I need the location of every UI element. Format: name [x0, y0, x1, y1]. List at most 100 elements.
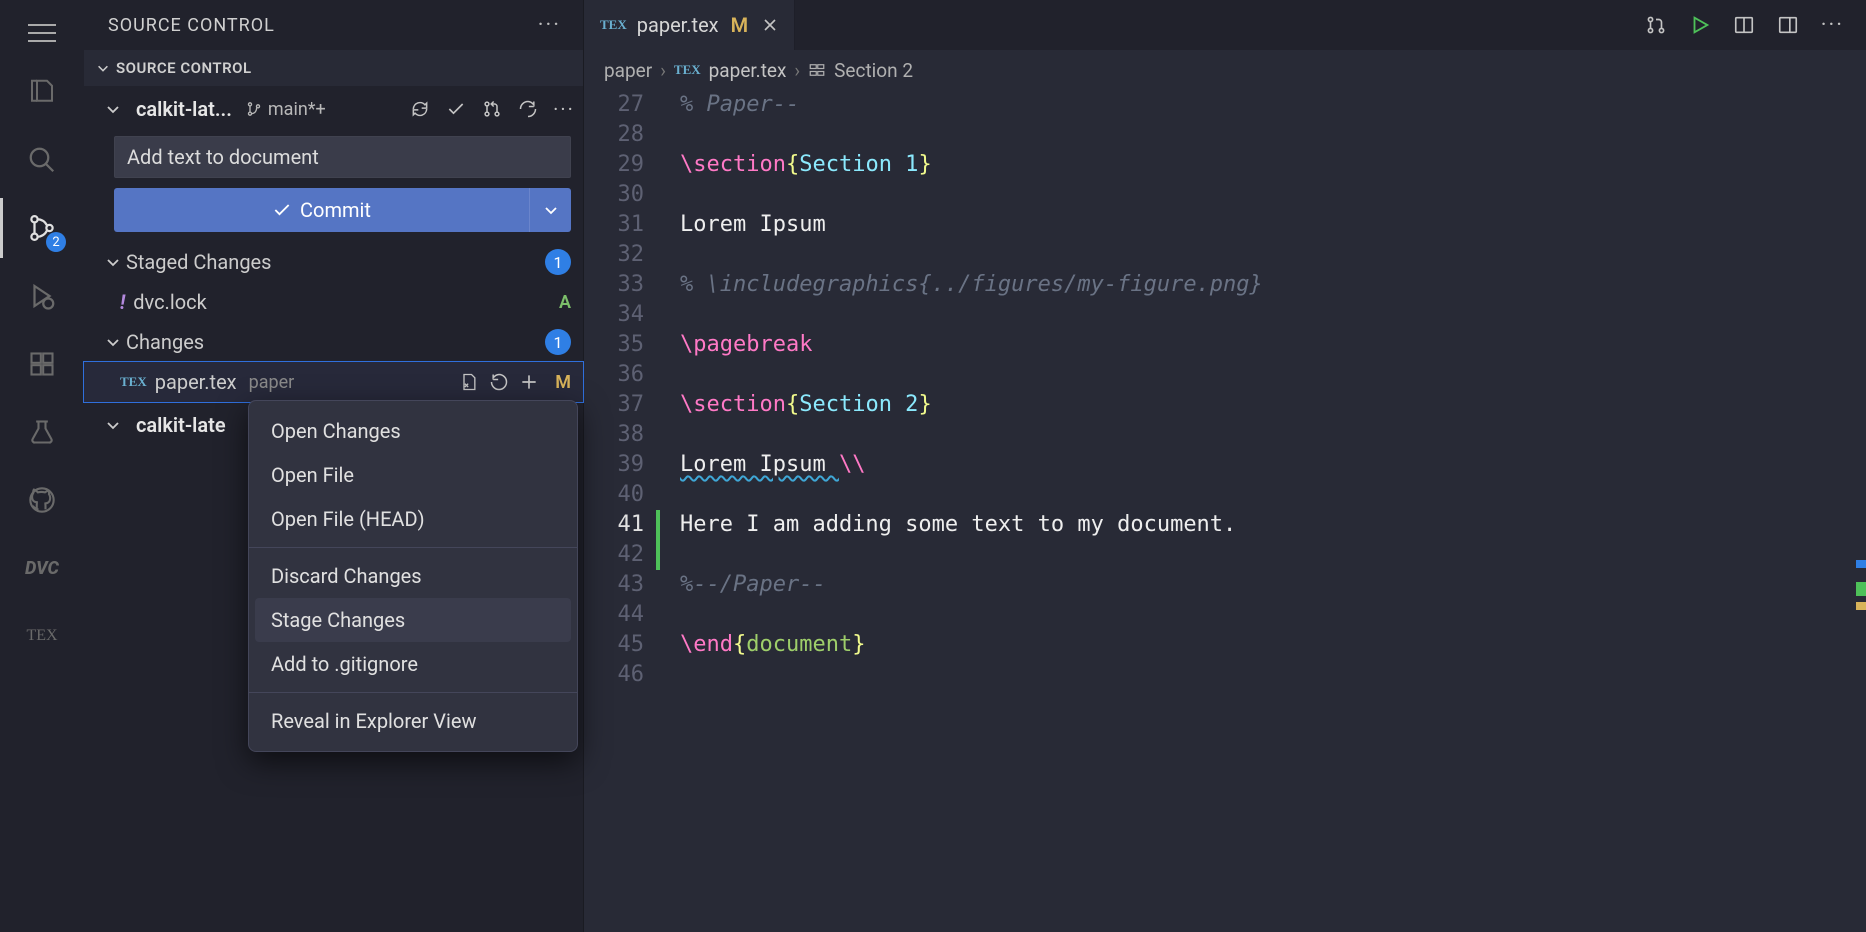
- code-line[interactable]: % Paper--: [680, 90, 1866, 120]
- commit-button[interactable]: Commit: [114, 188, 529, 232]
- ctx-open-file-head[interactable]: Open File (HEAD): [249, 497, 577, 541]
- tab-status: M: [731, 13, 749, 37]
- sync-icon[interactable]: [409, 98, 431, 120]
- tabs-row: TEX paper.tex M: [584, 0, 1866, 50]
- chevron-down-icon: [104, 333, 122, 351]
- code-line[interactable]: Lorem Ipsum: [680, 210, 1866, 240]
- group-changes[interactable]: Changes 1: [84, 322, 583, 362]
- code-line[interactable]: % \includegraphics{../figures/my-figure.…: [680, 270, 1866, 300]
- code-line[interactable]: [680, 360, 1866, 390]
- repo-name: calkit-lat...: [136, 97, 232, 121]
- editor-actions: ···: [1623, 0, 1866, 50]
- line-number: 37: [584, 390, 644, 420]
- activitybar-github[interactable]: [0, 466, 84, 534]
- line-number: 38: [584, 420, 644, 450]
- branch-indicator[interactable]: main*+: [246, 99, 326, 120]
- more-icon[interactable]: ···: [1821, 13, 1844, 38]
- refresh-icon[interactable]: [517, 98, 539, 120]
- minimap-mark: [1856, 602, 1866, 610]
- activitybar-scm[interactable]: 2: [0, 194, 84, 262]
- ctx-stage[interactable]: Stage Changes: [255, 598, 571, 642]
- minimap[interactable]: [1856, 90, 1866, 932]
- activitybar-run-debug[interactable]: [0, 262, 84, 330]
- ctx-gitignore[interactable]: Add to .gitignore: [249, 642, 577, 686]
- more-icon[interactable]: ···: [538, 13, 561, 38]
- open-file-icon[interactable]: [459, 372, 479, 392]
- pull-request-icon[interactable]: [481, 98, 503, 120]
- activitybar-dvc[interactable]: DVC: [0, 534, 84, 602]
- close-icon[interactable]: [762, 17, 778, 33]
- code-area[interactable]: 2728293031323334353637383940414243444546…: [584, 90, 1866, 932]
- line-number: 33: [584, 270, 644, 300]
- code-line[interactable]: \section{Section 2}: [680, 390, 1866, 420]
- stage-icon[interactable]: [519, 372, 539, 392]
- run-icon[interactable]: [1689, 14, 1711, 36]
- split-editor-icon[interactable]: [1733, 14, 1755, 36]
- code-line[interactable]: [680, 300, 1866, 330]
- tex-icon: TEX: [26, 627, 57, 645]
- diff-added-marker: [656, 510, 660, 570]
- breadcrumb-file[interactable]: paper.tex: [709, 59, 787, 82]
- group-staged[interactable]: Staged Changes 1: [84, 242, 583, 282]
- code-line[interactable]: [680, 120, 1866, 150]
- file-row-changed[interactable]: TEX paper.tex paper M: [84, 362, 583, 402]
- repo-actions: ···: [409, 98, 575, 120]
- ctx-reveal[interactable]: Reveal in Explorer View: [249, 699, 577, 743]
- activitybar-testing[interactable]: [0, 398, 84, 466]
- exclaim-icon: !: [120, 290, 125, 314]
- code-line[interactable]: [680, 420, 1866, 450]
- menu-icon[interactable]: [0, 8, 84, 58]
- branch-label: main*+: [268, 99, 326, 120]
- tex-file-icon: TEX: [674, 62, 701, 78]
- breadcrumb-symbol[interactable]: Section 2: [834, 59, 913, 82]
- activitybar-search[interactable]: [0, 126, 84, 194]
- line-number: 40: [584, 480, 644, 510]
- status-letter: A: [559, 292, 571, 313]
- activitybar-tex[interactable]: TEX: [0, 602, 84, 670]
- file-name: dvc.lock: [133, 290, 206, 314]
- scm-badge: 2: [46, 232, 66, 252]
- activitybar-explorer[interactable]: [0, 58, 84, 126]
- code-line[interactable]: \end{document}: [680, 630, 1866, 660]
- line-number: 30: [584, 180, 644, 210]
- layout-icon[interactable]: [1777, 14, 1799, 36]
- check-icon[interactable]: [445, 98, 467, 120]
- breadcrumb-folder[interactable]: paper: [604, 59, 652, 82]
- file-row-staged[interactable]: ! dvc.lock A: [84, 282, 583, 322]
- chevron-down-icon: [94, 59, 112, 77]
- code-line[interactable]: Here I am adding some text to my documen…: [680, 510, 1866, 540]
- activitybar-extensions[interactable]: [0, 330, 84, 398]
- line-number: 28: [584, 120, 644, 150]
- code-line[interactable]: [680, 180, 1866, 210]
- code-line[interactable]: Lorem Ipsum \\: [680, 450, 1866, 480]
- ctx-discard[interactable]: Discard Changes: [249, 554, 577, 598]
- ctx-open-changes[interactable]: Open Changes: [249, 409, 577, 453]
- sidebar-header: SOURCE CONTROL ···: [84, 0, 583, 50]
- code-line[interactable]: [680, 660, 1866, 690]
- repo-row[interactable]: calkit-lat... main*+ ···: [84, 86, 583, 132]
- more-icon[interactable]: ···: [553, 98, 575, 120]
- discard-icon[interactable]: [489, 372, 509, 392]
- beaker-icon: [28, 418, 56, 446]
- code-line[interactable]: [680, 540, 1866, 570]
- compare-icon[interactable]: [1645, 14, 1667, 36]
- code-line[interactable]: [680, 240, 1866, 270]
- commit-button-label: Commit: [300, 198, 371, 222]
- ctx-open-file[interactable]: Open File: [249, 453, 577, 497]
- sidebar: SOURCE CONTROL ··· SOURCE CONTROL calkit…: [84, 0, 584, 932]
- chevron-down-icon: [104, 416, 122, 434]
- code-line[interactable]: \section{Section 1}: [680, 150, 1866, 180]
- code-line[interactable]: %--/Paper--: [680, 570, 1866, 600]
- breadcrumbs[interactable]: paper › TEX paper.tex › Section 2: [584, 50, 1866, 90]
- tab-paper-tex[interactable]: TEX paper.tex M: [584, 0, 795, 50]
- commit-message-input[interactable]: Add text to document: [114, 136, 571, 178]
- code-line[interactable]: [680, 600, 1866, 630]
- commit-dropdown[interactable]: [529, 188, 571, 232]
- tex-file-icon: TEX: [120, 374, 147, 390]
- chevron-down-icon: [104, 100, 122, 118]
- code-line[interactable]: \pagebreak: [680, 330, 1866, 360]
- section-header-source-control[interactable]: SOURCE CONTROL: [84, 50, 583, 86]
- code-line[interactable]: [680, 480, 1866, 510]
- code[interactable]: % Paper-- \section{Section 1} Lorem Ipsum%…: [660, 90, 1866, 932]
- editor-area: TEX paper.tex M: [584, 0, 1866, 932]
